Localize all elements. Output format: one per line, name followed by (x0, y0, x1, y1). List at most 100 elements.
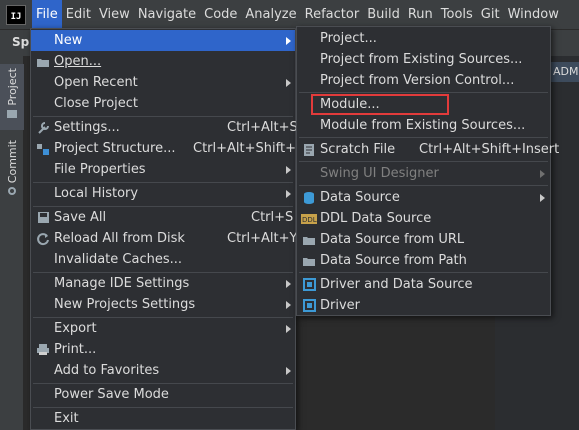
menu-item-label: Project from Version Control... (320, 73, 515, 88)
submenu-arrow-icon (286, 36, 291, 45)
submenu-item-scratch-file[interactable]: Scratch File Ctrl+Alt+Shift+Insert (297, 139, 559, 160)
commit-icon (8, 187, 16, 196)
folder-icon (7, 109, 17, 118)
submenu-item-driver-and-data-source[interactable]: Driver and Data Source (297, 274, 550, 295)
wrench-icon (35, 120, 51, 136)
menu-item-label: Driver and Data Source (320, 277, 473, 292)
menu-file[interactable]: File (32, 0, 62, 30)
menu-item-label: DDL Data Source (320, 211, 432, 226)
submenu-item-data-source-from-path[interactable]: Data Source from Path (297, 250, 550, 271)
ddl-icon: DDL (301, 211, 317, 227)
submenu-item-module-from-existing-sources[interactable]: Module from Existing Sources... (297, 115, 550, 136)
menu-item-save-all[interactable]: Save All Ctrl+S (31, 207, 295, 228)
menu-item-label: Data Source from URL (320, 232, 465, 247)
print-icon (35, 342, 51, 358)
menu-item-open[interactable]: Open... (31, 51, 295, 72)
menu-item-label: Reload All from Disk (54, 231, 185, 246)
menu-item-label: Open Recent (54, 75, 138, 90)
menu-item-export[interactable]: Export (31, 318, 295, 339)
menu-item-label: Scratch File (320, 142, 396, 157)
submenu-item-data-source-from-url[interactable]: Data Source from URL (297, 229, 550, 250)
submenu-item-ddl-data-source[interactable]: DDL DDL Data Source (297, 208, 550, 229)
submenu-arrow-icon (286, 366, 291, 375)
menu-item-new[interactable]: New (31, 30, 295, 51)
menu-item-label: Data Source from Path (320, 253, 467, 268)
folder-icon (301, 232, 317, 248)
submenu-item-project-from-existing-sources[interactable]: Project from Existing Sources... (297, 49, 550, 70)
menu-item-local-history[interactable]: Local History (31, 183, 295, 204)
menu-item-manage-ide-settings[interactable]: Manage IDE Settings (31, 273, 295, 294)
menu-item-label: Power Save Mode (54, 387, 169, 402)
menu-separator (299, 185, 548, 186)
menu-item-power-save-mode[interactable]: Power Save Mode (31, 384, 295, 405)
new-submenu-popup: Project... Project from Existing Sources… (296, 26, 559, 316)
menu-navigate[interactable]: Navigate (134, 0, 200, 30)
submenu-arrow-icon (540, 169, 545, 178)
submenu-item-project[interactable]: Project... (297, 28, 550, 49)
folder-icon (301, 253, 317, 269)
menu-edit[interactable]: Edit (62, 0, 95, 30)
menu-item-open-recent[interactable]: Open Recent (31, 72, 295, 93)
menu-item-shortcut: Ctrl+S (251, 210, 294, 225)
menu-item-shortcut: Ctrl+Alt+S (227, 120, 298, 135)
submenu-item-swing-ui-designer[interactable]: Swing UI Designer (297, 163, 550, 184)
submenu-item-driver[interactable]: Driver (297, 295, 550, 316)
menu-item-exit[interactable]: Exit (31, 408, 295, 429)
reload-icon (35, 231, 51, 247)
commit-tab-label: Commit (5, 140, 19, 184)
menu-item-invalidate-caches[interactable]: Invalidate Caches... (31, 249, 295, 270)
menu-separator (299, 92, 548, 93)
menu-item-label: Invalidate Caches... (54, 252, 183, 267)
scratch-file-icon (301, 142, 317, 158)
folder-icon (35, 54, 51, 70)
menu-item-shortcut: Ctrl+Alt+Y (227, 231, 298, 246)
menu-item-label: Add to Favorites (54, 363, 160, 378)
menu-analyze[interactable]: Analyze (241, 0, 300, 30)
menu-item-print[interactable]: Print... (31, 339, 295, 360)
menu-item-label: Print... (54, 342, 97, 357)
commit-tool-tab[interactable]: Commit (0, 136, 24, 202)
menu-item-add-to-favorites[interactable]: Add to Favorites (31, 360, 295, 381)
submenu-arrow-icon (286, 165, 291, 174)
menu-item-label: Local History (54, 186, 139, 201)
submenu-arrow-icon (540, 193, 545, 202)
intellij-logo-icon: IJ (6, 4, 26, 25)
menu-item-label: Driver (320, 298, 361, 313)
submenu-item-data-source[interactable]: Data Source (297, 187, 550, 208)
menu-item-label: Save All (54, 210, 107, 225)
menu-item-label: Project from Existing Sources... (320, 52, 523, 67)
menu-item-label: Exit (54, 411, 79, 426)
submenu-arrow-icon (286, 189, 291, 198)
submenu-arrow-icon (286, 279, 291, 288)
project-tool-tab[interactable]: Project (0, 64, 24, 130)
driver-icon (301, 298, 317, 314)
menu-item-label: Project... (320, 31, 377, 46)
menu-item-settings[interactable]: Settings... Ctrl+Alt+S (31, 117, 298, 138)
menu-item-label: Settings... (54, 120, 120, 135)
editor-tab[interactable]: ADME (551, 62, 579, 82)
menu-item-project-structure[interactable]: Project Structure... Ctrl+Alt+Shift+S (31, 138, 304, 159)
menu-item-label: New (54, 33, 83, 48)
menu-separator (299, 272, 548, 273)
submenu-arrow-icon (286, 78, 291, 87)
menu-item-shortcut: Ctrl+Alt+Shift+S (193, 141, 305, 156)
menu-item-reload-all[interactable]: Reload All from Disk Ctrl+Alt+Y (31, 228, 298, 249)
menu-item-label: Export (54, 321, 97, 336)
menu-item-new-projects-settings[interactable]: New Projects Settings (31, 294, 295, 315)
menu-item-label: Module from Existing Sources... (320, 118, 526, 133)
menu-item-label: Close Project (54, 96, 139, 111)
project-tab-label: Project (5, 68, 19, 106)
menu-item-label: File Properties (54, 162, 146, 177)
save-icon (35, 210, 51, 226)
driver-icon (301, 277, 317, 293)
menu-code[interactable]: Code (200, 0, 241, 30)
menu-item-label: Swing UI Designer (320, 166, 439, 181)
menu-item-label: New Projects Settings (54, 297, 196, 312)
menu-view[interactable]: View (95, 0, 134, 30)
menu-item-close-project[interactable]: Close Project (31, 93, 295, 114)
menu-item-label: Manage IDE Settings (54, 276, 190, 291)
submenu-item-project-from-vcs[interactable]: Project from Version Control... (297, 70, 550, 91)
submenu-arrow-icon (286, 324, 291, 333)
menu-item-label: Data Source (320, 190, 400, 205)
menu-item-file-properties[interactable]: File Properties (31, 159, 295, 180)
